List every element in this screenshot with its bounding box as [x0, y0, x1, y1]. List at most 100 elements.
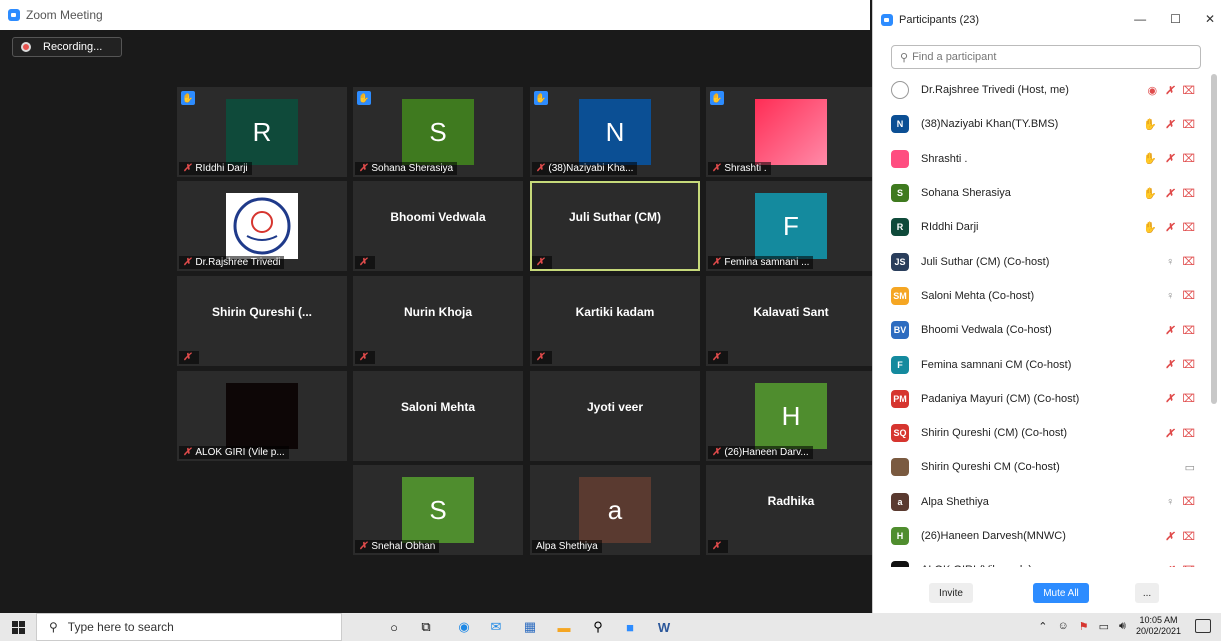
video-off-icon[interactable]: ⌧	[1182, 187, 1195, 200]
video-tile[interactable]: F ✗ Femina samnani ...	[706, 181, 876, 271]
participant-row[interactable]: SQ Shirin Qureshi (CM) (Co-host) ✗ ⌧	[873, 416, 1213, 450]
search-placeholder: Find a participant	[912, 51, 997, 63]
zoom-logo-icon	[8, 9, 20, 21]
mail-icon[interactable]: ✉	[486, 617, 506, 637]
task-view-icon[interactable]: ⧉	[416, 617, 436, 637]
video-tile[interactable]: ✗ Dr.Rajshree Trivedi	[177, 181, 347, 271]
video-tile[interactable]: Nurin Khoja ✗	[353, 276, 523, 366]
video-tile[interactable]: Bhoomi Vedwala ✗	[353, 181, 523, 271]
participant-row[interactable]: R RIddhi Darji ✋ ✗ ⌧	[873, 210, 1213, 244]
mic-muted-icon[interactable]: ✗	[1165, 324, 1174, 337]
video-off-icon[interactable]: ⌧	[1182, 221, 1195, 234]
video-off-icon[interactable]: ⌧	[1182, 152, 1195, 165]
participant-row[interactable]: a Alpa Shethiya ♀ ⌧	[873, 485, 1213, 519]
video-off-icon[interactable]: ⌧	[1182, 358, 1195, 371]
video-tile[interactable]: Kartiki kadam ✗	[530, 276, 700, 366]
clock[interactable]: 10:05 AM 20/02/2021	[1136, 615, 1181, 637]
video-off-icon[interactable]: ⌧	[1182, 392, 1195, 405]
participant-row[interactable]: JS Juli Suthar (CM) (Co-host) ♀ ⌧	[873, 244, 1213, 278]
taskbar-search-input[interactable]: ⚲ Type here to search	[36, 613, 342, 641]
mic-muted-icon[interactable]: ✗	[1165, 84, 1174, 97]
participant-row[interactable]: BV Bhoomi Vedwala (Co-host) ✗ ⌧	[873, 313, 1213, 347]
video-off-icon[interactable]: ⌧	[1182, 118, 1195, 131]
mic-icon[interactable]: ♀	[1166, 290, 1174, 302]
video-off-icon[interactable]: ⌧	[1182, 530, 1195, 543]
mic-muted-icon[interactable]: ✗	[1165, 152, 1174, 165]
video-tile[interactable]: Radhika ✗	[706, 465, 876, 555]
video-icon[interactable]: ▭	[1185, 461, 1195, 474]
video-off-icon[interactable]: ⌧	[1182, 255, 1195, 268]
recording-indicator[interactable]: Recording...	[12, 37, 122, 57]
raised-hand-icon[interactable]: ✋	[1143, 118, 1157, 131]
battery-icon[interactable]: ▭	[1099, 620, 1109, 633]
video-tile[interactable]: Juli Suthar (CM) ✗	[530, 181, 700, 271]
video-off-icon[interactable]: ⌧	[1182, 495, 1195, 508]
word-icon[interactable]: W	[654, 617, 674, 637]
video-off-icon[interactable]: ⌧	[1182, 289, 1195, 302]
video-tile[interactable]: ✋ ✗ Shrashti .	[706, 87, 876, 177]
participant-row[interactable]: S Sohana Sherasiya ✋ ✗ ⌧	[873, 176, 1213, 210]
mic-icon[interactable]: ♀	[1166, 256, 1174, 268]
start-button[interactable]	[0, 613, 36, 641]
participant-list-scrollbar[interactable]	[1211, 74, 1217, 404]
recording-icon[interactable]: ◉	[1147, 84, 1157, 97]
participant-row[interactable]: F Femina samnani CM (Co-host) ✗ ⌧	[873, 347, 1213, 381]
maximize-icon[interactable]: ☐	[1170, 12, 1181, 26]
notifications-icon[interactable]	[1195, 619, 1211, 633]
store-icon[interactable]: ▦	[520, 617, 540, 637]
participant-row[interactable]: H (26)Haneen Darvesh(MNWC) ✗ ⌧	[873, 519, 1213, 553]
volume-icon[interactable]: 🔊︎	[1119, 620, 1126, 633]
video-off-icon[interactable]: ⌧	[1182, 324, 1195, 337]
search-app-icon[interactable]: ⚲	[588, 617, 608, 637]
participant-row[interactable]: Shirin Qureshi CM (Co-host) ▭	[873, 450, 1213, 484]
zoom-app-icon[interactable]: ■	[620, 617, 640, 637]
video-tile[interactable]: Kalavati Sant ✗	[706, 276, 876, 366]
participant-row[interactable]: PM Padaniya Mayuri (CM) (Co-host) ✗ ⌧	[873, 382, 1213, 416]
mic-muted-icon[interactable]: ✗	[1165, 187, 1174, 200]
video-tile[interactable]: ✋ N ✗ (38)Naziyabi Kha...	[530, 87, 700, 177]
tile-name: Shrashti .	[724, 163, 767, 174]
participant-search-input[interactable]: ⚲ Find a participant	[891, 45, 1201, 69]
mic-icon[interactable]: ♀	[1166, 496, 1174, 508]
video-tile[interactable]: S ✗ Snehal Obhan	[353, 465, 523, 555]
video-tile[interactable]: ✗ ALOK GIRI (Vile p...	[177, 371, 347, 461]
mic-muted-icon[interactable]: ✗	[1165, 564, 1174, 567]
participant-row[interactable]: ALOK GIRI (Vile parle)✗⌧	[873, 553, 1213, 567]
minimize-icon[interactable]: —	[1134, 12, 1146, 26]
raised-hand-icon[interactable]: ✋	[1143, 152, 1157, 165]
video-tile[interactable]: a Alpa Shethiya	[530, 465, 700, 555]
mic-muted-icon[interactable]: ✗	[1165, 358, 1174, 371]
mic-muted-icon[interactable]: ✗	[1165, 427, 1174, 440]
video-tile[interactable]: H ✗ (26)Haneen Darv...	[706, 371, 876, 461]
mic-muted-icon[interactable]: ✗	[1165, 118, 1174, 131]
mic-muted-icon[interactable]: ✗	[1165, 221, 1174, 234]
tray-alert-icon[interactable]: ⚑	[1079, 620, 1089, 633]
more-button[interactable]: ...	[1135, 583, 1159, 603]
participant-row[interactable]: SM Saloni Mehta (Co-host) ♀ ⌧	[873, 279, 1213, 313]
edge-icon[interactable]: ◉	[454, 617, 474, 637]
participant-status-icons: ♀ ⌧	[1166, 495, 1195, 509]
participant-row[interactable]: Dr.Rajshree Trivedi (Host, me) ◉ ✗ ⌧	[873, 73, 1213, 107]
participant-row[interactable]: N (38)Naziyabi Khan(TY.BMS) ✋ ✗ ⌧	[873, 107, 1213, 141]
tray-chevron-icon[interactable]: ⌃	[1038, 620, 1047, 633]
raised-hand-icon[interactable]: ✋	[1143, 187, 1157, 200]
tile-name: (26)Haneen Darv...	[724, 447, 809, 458]
participant-row[interactable]: Shrashti . ✋ ✗ ⌧	[873, 142, 1213, 176]
raised-hand-icon[interactable]: ✋	[1143, 221, 1157, 234]
video-tile[interactable]: ✋ R ✗ RIddhi Darji	[177, 87, 347, 177]
close-icon[interactable]: ✕	[1205, 12, 1215, 26]
mic-muted-icon[interactable]: ✗	[1165, 392, 1174, 405]
mute-all-button[interactable]: Mute All	[1033, 583, 1089, 603]
file-explorer-icon[interactable]: ▬	[554, 617, 574, 637]
mic-muted-icon[interactable]: ✗	[1165, 530, 1174, 543]
video-off-icon[interactable]: ⌧	[1182, 564, 1195, 567]
video-tile[interactable]: Jyoti veer	[530, 371, 700, 461]
tray-app-icon[interactable]: ☺	[1058, 620, 1069, 632]
video-tile[interactable]: Shirin Qureshi (... ✗	[177, 276, 347, 366]
invite-button[interactable]: Invite	[929, 583, 973, 603]
video-tile[interactable]: Saloni Mehta	[353, 371, 523, 461]
video-off-icon[interactable]: ⌧	[1182, 427, 1195, 440]
video-off-icon[interactable]: ⌧	[1182, 84, 1195, 97]
video-tile[interactable]: ✋ S ✗ Sohana Sherasiya	[353, 87, 523, 177]
cortana-icon[interactable]: ○	[384, 617, 404, 637]
